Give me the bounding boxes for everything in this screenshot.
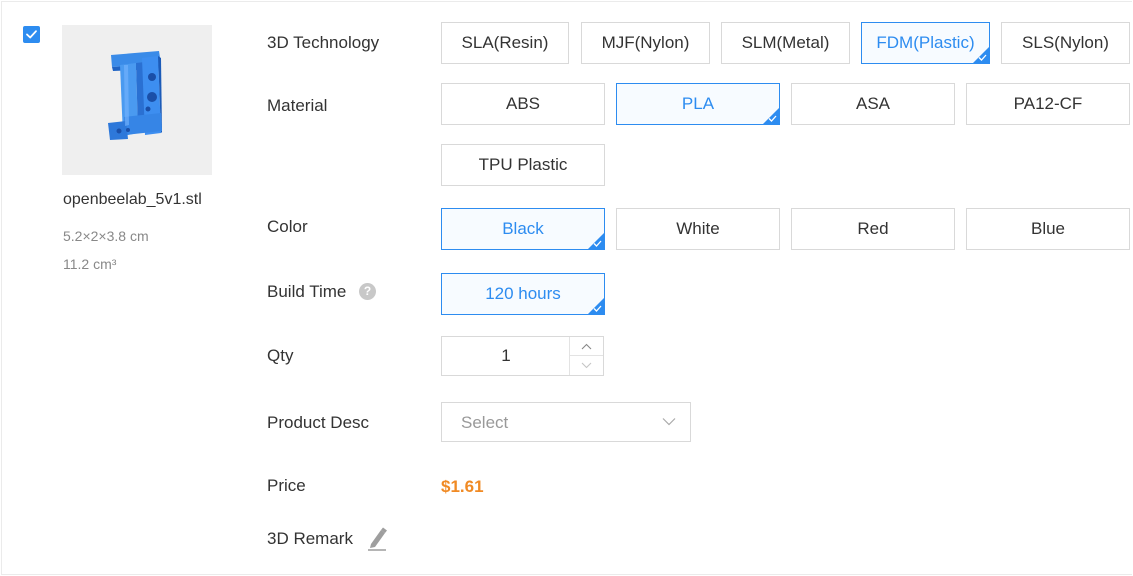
- material-option-pa12-cf[interactable]: PA12-CF: [966, 83, 1130, 125]
- remark-label: 3D Remark: [267, 529, 353, 548]
- tech-option-sls[interactable]: SLS(Nylon): [1001, 22, 1130, 64]
- question-circle-icon[interactable]: ?: [359, 283, 376, 300]
- selected-check-icon: [768, 115, 777, 122]
- chevron-up-icon: [581, 343, 592, 349]
- quantity-decrease-button[interactable]: [570, 356, 603, 375]
- color-option-black[interactable]: Black: [441, 208, 605, 250]
- model-thumbnail: [62, 25, 212, 175]
- material-label: Material: [267, 96, 328, 115]
- product-desc-select[interactable]: Select: [441, 402, 691, 442]
- qty-label: Qty: [267, 346, 294, 365]
- part-model-image: [108, 51, 162, 140]
- color-option-blue[interactable]: Blue: [966, 208, 1130, 250]
- option-label: ASA: [855, 94, 891, 113]
- option-label: MJF(Nylon): [601, 33, 690, 52]
- order-item-card: openbeelab_5v1.stl 5.2×2×3.8 cm 11.2 cm³…: [1, 1, 1132, 575]
- tech-option-slm[interactable]: SLM(Metal): [721, 22, 850, 64]
- price-value: $1.61: [441, 477, 484, 496]
- color-option-white[interactable]: White: [616, 208, 780, 250]
- option-label: ABS: [505, 94, 541, 113]
- build-time-option-120h[interactable]: 120 hours: [441, 273, 605, 315]
- option-label: 120 hours: [485, 284, 561, 303]
- option-label: PA12-CF: [1013, 94, 1083, 113]
- chevron-down-icon: [581, 362, 592, 369]
- tech-option-mjf[interactable]: MJF(Nylon): [581, 22, 710, 64]
- quantity-buttons: [569, 337, 603, 375]
- material-option-abs[interactable]: ABS: [441, 83, 605, 125]
- chevron-down-icon: [662, 418, 676, 426]
- option-label: Blue: [1030, 219, 1066, 238]
- option-label: SLS(Nylon): [1022, 33, 1109, 52]
- option-label: TPU Plastic: [478, 155, 568, 174]
- item-select-checkbox[interactable]: [23, 26, 40, 43]
- option-label: FDM(Plastic): [876, 33, 975, 52]
- quantity-stepper: 1: [441, 336, 604, 376]
- tech-option-fdm[interactable]: FDM(Plastic): [861, 22, 990, 64]
- pencil-icon[interactable]: [367, 527, 387, 551]
- option-label: SLM(Metal): [741, 33, 830, 52]
- tech-option-sla[interactable]: SLA(Resin): [441, 22, 569, 64]
- quantity-increase-button[interactable]: [570, 337, 603, 356]
- technology-label: 3D Technology: [267, 33, 380, 52]
- option-label: Black: [502, 219, 544, 238]
- file-dimensions: 5.2×2×3.8 cm: [63, 228, 149, 244]
- material-option-tpu[interactable]: TPU Plastic: [441, 144, 605, 186]
- color-label: Color: [267, 217, 308, 236]
- option-label: SLA(Resin): [461, 33, 549, 52]
- checkmark-icon: [26, 30, 37, 39]
- select-placeholder: Select: [461, 413, 509, 432]
- product-desc-label: Product Desc: [267, 413, 370, 432]
- material-option-asa[interactable]: ASA: [791, 83, 955, 125]
- file-volume: 11.2 cm³: [63, 256, 117, 272]
- selected-check-icon: [593, 305, 602, 312]
- option-label: Red: [857, 219, 889, 238]
- price-label: Price: [267, 476, 306, 495]
- file-name: openbeelab_5v1.stl: [63, 191, 202, 208]
- material-option-pla[interactable]: PLA: [616, 83, 780, 125]
- option-label: PLA: [681, 94, 715, 113]
- quantity-input[interactable]: 1: [442, 337, 570, 375]
- option-label: White: [676, 219, 720, 238]
- selected-check-icon: [593, 240, 602, 247]
- build-time-label: Build Time: [267, 282, 347, 301]
- color-option-red[interactable]: Red: [791, 208, 955, 250]
- selected-check-icon: [978, 54, 987, 61]
